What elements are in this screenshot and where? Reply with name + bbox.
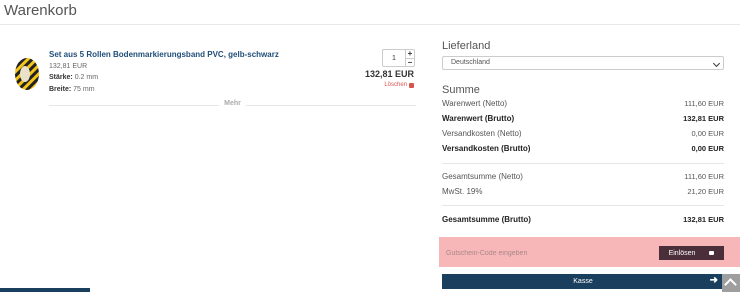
attribute-label: Breite: bbox=[49, 86, 72, 93]
checkout-button[interactable]: Kasse ➜ bbox=[442, 274, 724, 289]
summary-value: 132,81 EUR bbox=[683, 215, 724, 224]
gift-icon bbox=[709, 251, 715, 255]
quantity-decrease-button[interactable]: − bbox=[406, 58, 414, 67]
product-attribute-thickness: Stärke: 0.2 mm bbox=[49, 74, 98, 81]
trash-icon bbox=[409, 82, 414, 88]
summary-row-vat: MwSt. 19% 21,20 EUR bbox=[442, 187, 724, 196]
chevron-down-icon bbox=[712, 59, 721, 68]
summary-row-gross-shipping: Versandkosten (Brutto) 0,00 EUR bbox=[442, 144, 724, 153]
attribute-value: 0.2 mm bbox=[74, 74, 99, 81]
summary-heading: Summe bbox=[442, 84, 480, 96]
scroll-to-top-button[interactable] bbox=[722, 274, 740, 292]
shipping-country-heading: Lieferland bbox=[442, 40, 491, 52]
delete-label: Löschen bbox=[384, 82, 407, 88]
summary-row-total-net: Gesamtsumme (Netto) 111,60 EUR bbox=[442, 172, 724, 181]
checkout-label: Kasse bbox=[573, 278, 593, 285]
product-name-link[interactable]: Set aus 5 Rollen Bodenmarkierungsband PV… bbox=[49, 50, 279, 59]
attribute-value: 75 mm bbox=[73, 86, 95, 93]
summary-row-net-goods: Warenwert (Netto) 111,60 EUR bbox=[442, 99, 724, 108]
summary-value: 21,20 EUR bbox=[687, 187, 724, 196]
quantity-step-buttons: + − bbox=[405, 50, 414, 67]
summary-row-gross-goods: Warenwert (Brutto) 132,81 EUR bbox=[442, 114, 724, 123]
summary-label: Gesamtsumme (Netto) bbox=[442, 172, 523, 181]
delete-item-link[interactable]: Löschen bbox=[384, 82, 414, 88]
page-title: Warenkorb bbox=[4, 2, 77, 19]
chevron-up-icon bbox=[724, 278, 737, 291]
quantity-input[interactable] bbox=[383, 50, 405, 66]
line-total: 132,81 EUR bbox=[364, 69, 414, 79]
country-select-value: Deutschland bbox=[451, 59, 490, 66]
bottom-accent-bar bbox=[0, 288, 90, 292]
summary-value: 111,60 EUR bbox=[684, 99, 724, 108]
summary-label: MwSt. 19% bbox=[442, 187, 483, 196]
summary-value: 132,81 EUR bbox=[683, 114, 724, 123]
summary-divider bbox=[442, 205, 724, 206]
summary-divider bbox=[442, 163, 724, 164]
coupon-code-input[interactable] bbox=[444, 245, 656, 261]
quantity-increase-button[interactable]: + bbox=[406, 50, 414, 58]
redeem-label: Einlösen bbox=[668, 249, 696, 257]
attribute-label: Stärke: bbox=[49, 74, 73, 81]
summary-value: 0,00 EUR bbox=[691, 144, 724, 153]
product-thumbnail[interactable] bbox=[12, 56, 42, 92]
summary-label: Warenwert (Netto) bbox=[442, 99, 508, 108]
product-unit-price: 132,81 EUR bbox=[49, 63, 88, 70]
more-toggle[interactable]: Mehr bbox=[49, 100, 416, 110]
arrow-right-icon: ➜ bbox=[709, 275, 718, 286]
summary-value: 111,60 EUR bbox=[684, 172, 724, 181]
summary-row-net-shipping: Versandkosten (Netto) 0,00 EUR bbox=[442, 129, 724, 138]
divider-right bbox=[246, 105, 416, 106]
summary-label: Versandkosten (Brutto) bbox=[442, 144, 531, 153]
summary-label: Gesamtsumme (Brutto) bbox=[442, 215, 531, 224]
product-attribute-width: Breite: 75 mm bbox=[49, 86, 95, 93]
summary-label: Versandkosten (Netto) bbox=[442, 129, 522, 138]
summary-label: Warenwert (Brutto) bbox=[442, 114, 515, 123]
country-select[interactable]: Deutschland bbox=[442, 56, 724, 70]
quantity-stepper: + − bbox=[382, 49, 415, 67]
redeem-coupon-button[interactable]: Einlösen bbox=[659, 246, 724, 260]
summary-row-total-gross: Gesamtsumme (Brutto) 132,81 EUR bbox=[442, 215, 724, 224]
summary-value: 0,00 EUR bbox=[691, 129, 724, 138]
title-divider bbox=[0, 24, 740, 25]
